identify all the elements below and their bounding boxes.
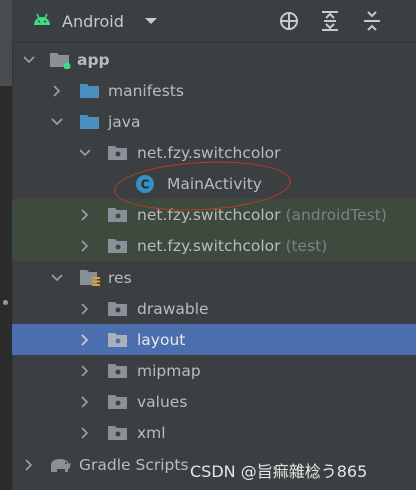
source-set-suffix: (androidTest) xyxy=(285,205,387,224)
source-set-suffix: (test) xyxy=(285,236,328,255)
tree-row-xml[interactable]: xml xyxy=(12,417,416,448)
package-folder-icon xyxy=(106,236,130,256)
folder-icon xyxy=(78,112,102,132)
tree-label-values: values xyxy=(137,392,188,411)
chevron-right-icon[interactable] xyxy=(78,364,92,378)
tree-label-drawable: drawable xyxy=(137,299,209,318)
chevron-right-icon[interactable] xyxy=(22,458,36,472)
chevron-right-icon[interactable] xyxy=(78,395,92,409)
tree-row-app[interactable]: app xyxy=(12,44,416,75)
tree-row-package-test[interactable]: net.fzy.switchcolor (test) xyxy=(12,230,416,261)
package-folder-icon xyxy=(106,143,130,163)
tree-row-values[interactable]: values xyxy=(12,386,416,417)
chevron-right-icon[interactable] xyxy=(78,239,92,253)
chevron-down-icon[interactable] xyxy=(50,271,64,285)
tree-label-package-test: net.fzy.switchcolor (test) xyxy=(137,236,328,255)
chevron-right-icon[interactable] xyxy=(78,426,92,440)
package-folder-icon xyxy=(106,299,130,319)
tree-row-drawable[interactable]: drawable xyxy=(12,293,416,324)
strip-dot xyxy=(3,300,8,305)
chevron-down-icon xyxy=(144,12,158,30)
tree-label-manifests: manifests xyxy=(108,81,184,100)
package-folder-icon xyxy=(106,205,130,225)
chevron-down-icon[interactable] xyxy=(78,146,92,160)
package-folder-icon xyxy=(106,330,130,350)
locate-icon[interactable] xyxy=(277,9,301,33)
tree-label-gradle-scripts: Gradle Scripts xyxy=(79,455,189,474)
chevron-down-icon[interactable] xyxy=(50,115,64,129)
resource-folder-icon xyxy=(78,268,102,288)
folder-icon xyxy=(78,81,102,101)
package-folder-icon xyxy=(106,361,130,381)
collapse-all-icon[interactable] xyxy=(360,9,384,33)
project-tab-marker[interactable] xyxy=(0,0,12,86)
chevron-down-icon[interactable] xyxy=(22,53,36,67)
watermark: CSDN @旨痲雜棯う865 xyxy=(190,462,368,481)
tree-row-manifests[interactable]: manifests xyxy=(12,75,416,106)
tree-row-mipmap[interactable]: mipmap xyxy=(12,355,416,386)
tree-row-java[interactable]: java xyxy=(12,106,416,137)
gradle-elephant-icon xyxy=(48,455,72,475)
tree-label-app: app xyxy=(77,50,110,69)
tree-label-mipmap: mipmap xyxy=(137,361,201,380)
chevron-right-icon[interactable] xyxy=(78,333,92,347)
project-view-dropdown[interactable]: Android xyxy=(32,9,158,33)
tree-label-java: java xyxy=(108,112,141,131)
tree-label-res: res xyxy=(108,268,132,287)
expand-all-icon[interactable] xyxy=(318,9,342,33)
chevron-right-icon[interactable] xyxy=(78,208,92,222)
android-icon xyxy=(32,11,52,31)
tree-row-layout[interactable]: layout xyxy=(12,324,416,355)
package-folder-icon xyxy=(106,423,130,443)
tree-label-package-main: net.fzy.switchcolor xyxy=(137,143,281,162)
tree-row-res[interactable]: res xyxy=(12,262,416,293)
chevron-right-icon[interactable] xyxy=(78,302,92,316)
package-folder-icon xyxy=(106,392,130,412)
chevron-right-icon[interactable] xyxy=(50,84,64,98)
project-toolbar: Android xyxy=(12,0,416,43)
tree-label-layout: layout xyxy=(137,330,186,349)
tree-label-xml: xml xyxy=(137,423,166,442)
project-view-label: Android xyxy=(62,11,124,31)
module-folder-icon xyxy=(48,50,72,70)
